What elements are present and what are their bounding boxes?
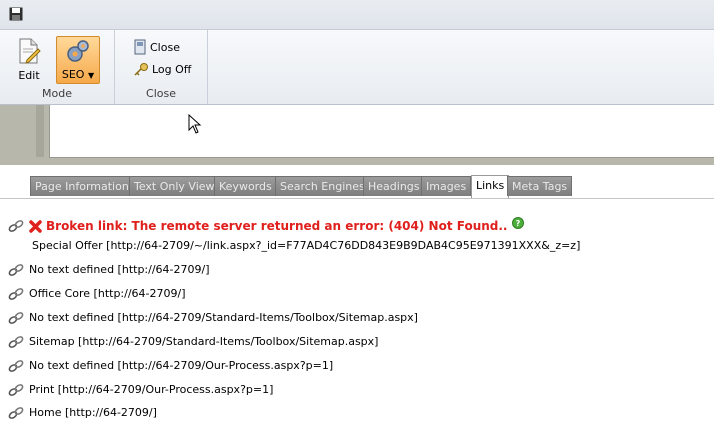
group-label-close: Close (146, 87, 176, 100)
ribbon-group-close: Close Log Off Close (115, 30, 208, 104)
svg-text:?: ? (515, 219, 520, 228)
chain-link-icon (8, 383, 24, 396)
chain-link-icon (8, 335, 24, 348)
close-button-label: Close (150, 40, 180, 54)
save-icon[interactable] (9, 7, 23, 21)
tab-search-engines[interactable]: Search Engines (275, 176, 370, 196)
link-item[interactable]: No text defined [http://64-2709/Our-Proc… (8, 359, 333, 372)
key-icon (134, 63, 148, 76)
edit-button-label: Edit (18, 69, 40, 82)
edit-page-icon (19, 38, 41, 64)
chain-link-icon (8, 311, 24, 324)
help-icon[interactable]: ? (511, 217, 524, 229)
link-item[interactable]: No text defined [http://64-2709/] (8, 263, 210, 276)
link-text: No text defined [http://64-2709/Our-Proc… (29, 359, 334, 372)
link-text: Office Core [http://64-2709/] (29, 287, 186, 300)
page-designer-area (0, 105, 714, 165)
link-item[interactable]: Home [http://64-2709/] (8, 406, 157, 419)
chain-link-icon (8, 359, 24, 372)
link-item[interactable]: No text defined [http://64-2709/Standard… (8, 311, 418, 324)
tab-text-only-view[interactable]: Text Only View (129, 176, 220, 196)
chain-link-icon (8, 263, 24, 276)
seo-button[interactable]: SEO ▼ (56, 36, 100, 84)
chain-link-icon (8, 406, 24, 419)
ribbon-group-mode: Edit SEO ▼ Mode (0, 30, 115, 104)
seo-gears-icon (67, 40, 89, 62)
close-button[interactable]: Close (133, 38, 180, 56)
quick-access-toolbar (0, 0, 714, 30)
close-document-icon (134, 39, 146, 55)
log-off-button[interactable]: Log Off (133, 60, 191, 78)
ribbon: Edit SEO ▼ Mode Close Log Off Close (0, 30, 714, 105)
designer-left-bar (36, 105, 44, 157)
designer-canvas[interactable] (49, 105, 714, 158)
edit-button[interactable]: Edit (14, 36, 44, 84)
tab-keywords[interactable]: Keywords (214, 176, 277, 196)
chain-link-icon (8, 287, 24, 300)
tab-meta-tags[interactable]: Meta Tags (507, 176, 573, 196)
chain-link-icon (8, 220, 24, 232)
tab-images[interactable]: Images (421, 176, 472, 196)
log-off-button-label: Log Off (152, 62, 192, 76)
seo-button-label: SEO ▼ (61, 68, 95, 81)
tab-links[interactable]: Links (471, 175, 510, 198)
tab-page-information[interactable]: Page Information (30, 176, 134, 196)
broken-link-message: Broken link: The remote server returned … (46, 219, 508, 233)
link-item[interactable]: Print [http://64-2709/Our-Process.aspx?p… (8, 383, 273, 396)
broken-link-detail[interactable]: Special Offer [http://64-2709/~/link.asp… (32, 239, 580, 252)
link-item[interactable]: Office Core [http://64-2709/] (8, 287, 186, 300)
link-text: No text defined [http://64-2709/Standard… (29, 311, 418, 324)
link-text: Sitemap [http://64-2709/Standard-Items/T… (29, 335, 379, 348)
chevron-down-icon: ▼ (87, 71, 95, 80)
link-text: Home [http://64-2709/] (29, 406, 157, 419)
group-label-mode: Mode (42, 87, 72, 100)
error-x-icon (29, 219, 42, 233)
link-text: No text defined [http://64-2709/] (29, 263, 210, 276)
tab-headings[interactable]: Headings (363, 176, 425, 196)
broken-link-row: Broken link: The remote server returned … (8, 217, 524, 233)
links-list: Broken link: The remote server returned … (0, 199, 714, 423)
seo-tab-strip: Page Information Text Only View Keywords… (0, 166, 714, 199)
mouse-cursor-icon (188, 114, 202, 134)
link-text: Print [http://64-2709/Our-Process.aspx?p… (29, 383, 274, 396)
link-item[interactable]: Sitemap [http://64-2709/Standard-Items/T… (8, 335, 378, 348)
